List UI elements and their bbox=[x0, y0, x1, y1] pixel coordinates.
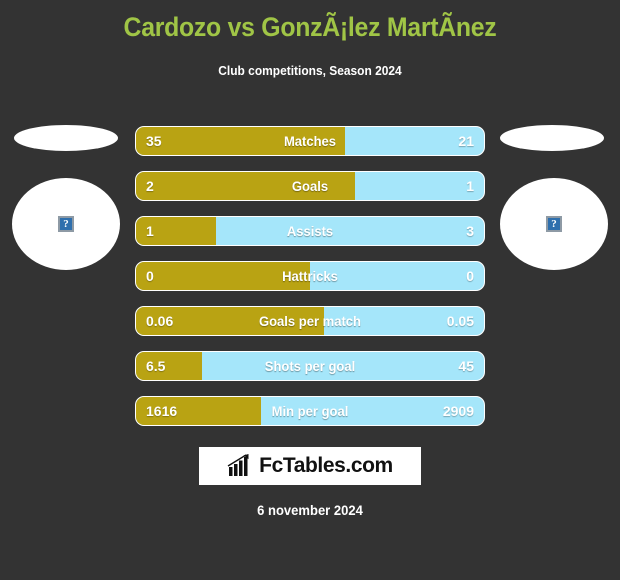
broken-image-icon: ? bbox=[546, 216, 562, 232]
stat-label: Goals bbox=[291, 178, 329, 194]
page-subtitle: Club competitions, Season 2024 bbox=[218, 63, 402, 78]
bar-chart-arrow-icon bbox=[227, 454, 249, 476]
stat-bar-text: 2 Goals 1 bbox=[136, 178, 484, 194]
home-value: 35 bbox=[146, 133, 162, 149]
stat-bar-row: 6.5 Shots per goal 45 bbox=[135, 351, 485, 381]
stat-label: Min per goal bbox=[271, 403, 349, 419]
stat-label: Assists bbox=[286, 223, 334, 239]
stat-bar-row: 0 Hattricks 0 bbox=[135, 261, 485, 291]
broken-image-icon: ? bbox=[58, 216, 74, 232]
away-value: 21 bbox=[458, 133, 474, 149]
stat-bar-text: 1616 Min per goal 2909 bbox=[136, 403, 484, 419]
home-player-photo: ? bbox=[12, 178, 120, 270]
away-value: 1 bbox=[466, 178, 474, 194]
stat-bar-text: 6.5 Shots per goal 45 bbox=[136, 358, 484, 374]
away-value: 3 bbox=[466, 223, 474, 239]
home-value: 6.5 bbox=[146, 358, 166, 374]
home-player-shadow-ellipse bbox=[14, 125, 118, 151]
page-title: Cardozo vs GonzÃ¡lez MartÃ­nez bbox=[123, 12, 497, 42]
report-date: 6 november 2024 bbox=[257, 502, 363, 518]
away-value: 2909 bbox=[442, 403, 474, 419]
stat-bar-list: 35 Matches 21 2 Goals 1 1 Assists 3 0 Hattricks 0 0.… bbox=[135, 126, 485, 441]
stat-bar-row: 2 Goals 1 bbox=[135, 171, 485, 201]
stat-bar-row: 35 Matches 21 bbox=[135, 126, 485, 156]
stat-bar-row: 1616 Min per goal 2909 bbox=[135, 396, 485, 426]
away-value: 45 bbox=[458, 358, 474, 374]
stat-label: Goals per match bbox=[258, 313, 362, 329]
away-player-shadow-ellipse bbox=[500, 125, 604, 151]
home-value: 1 bbox=[146, 223, 154, 239]
stat-comparison-page: Cardozo vs GonzÃ¡lez MartÃ­nez Club comp… bbox=[0, 0, 620, 580]
fctables-logo[interactable]: FcTables.com bbox=[199, 447, 421, 485]
stat-bar-row: 0.06 Goals per match 0.05 bbox=[135, 306, 485, 336]
stat-bar-text: 1 Assists 3 bbox=[136, 223, 484, 239]
fctables-logo-text: FcTables.com bbox=[259, 454, 393, 477]
stat-label: Matches bbox=[283, 133, 337, 149]
home-value: 2 bbox=[146, 178, 154, 194]
stat-bar-text: 0.06 Goals per match 0.05 bbox=[136, 313, 484, 329]
stat-bar-text: 35 Matches 21 bbox=[136, 133, 484, 149]
stat-bar-row: 1 Assists 3 bbox=[135, 216, 485, 246]
home-value: 0 bbox=[146, 268, 154, 284]
home-value: 1616 bbox=[146, 403, 178, 419]
away-value: 0.05 bbox=[446, 313, 474, 329]
stat-label: Shots per goal bbox=[264, 358, 356, 374]
away-player-photo: ? bbox=[500, 178, 608, 270]
away-value: 0 bbox=[466, 268, 474, 284]
stat-label: Hattricks bbox=[282, 268, 338, 284]
home-value: 0.06 bbox=[146, 313, 174, 329]
stat-bar-text: 0 Hattricks 0 bbox=[136, 268, 484, 284]
